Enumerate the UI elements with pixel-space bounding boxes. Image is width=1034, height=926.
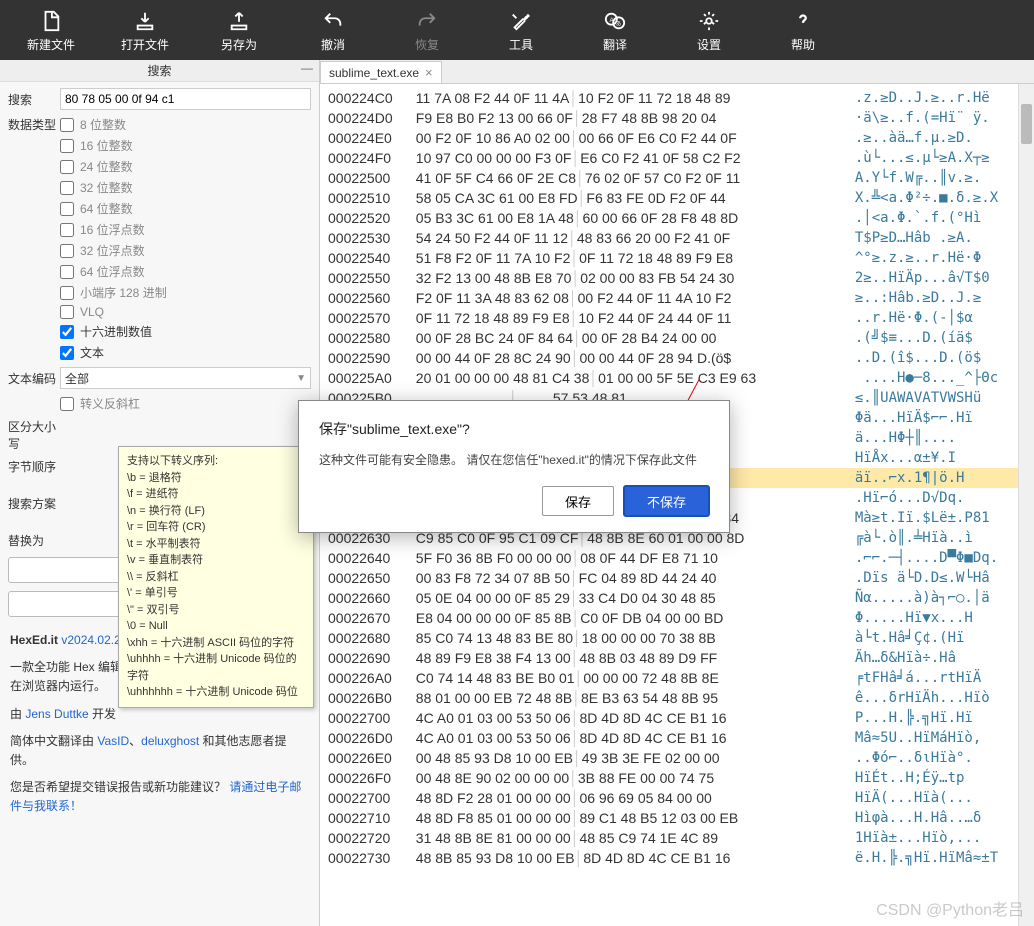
hex-row[interactable]: 000226A0 C0 74 14 48 83 BE B0 01│00 00 0… <box>328 668 1034 688</box>
hex-row[interactable]: 00022590 00 00 44 0F 28 8C 24 90│00 00 4… <box>328 348 1034 368</box>
hex-row[interactable]: 00022500 41 0F 5F C4 66 0F 2E C8│76 02 0… <box>328 168 1034 188</box>
scrollbar-thumb[interactable] <box>1021 104 1032 144</box>
datatype-checkbox-5[interactable]: 16 位浮点数 <box>60 221 311 238</box>
tools-button[interactable]: 工具 <box>474 0 568 60</box>
save-as-icon <box>228 8 250 34</box>
tabs-bar: sublime_text.exe × <box>320 60 1034 84</box>
search-label: 搜索 <box>8 91 60 108</box>
watermark: CSDN @Python老吕 <box>876 896 1024 920</box>
hex-row[interactable]: 000225A0 20 01 00 00 00 48 81 C4 38│01 0… <box>328 368 1034 388</box>
hex-row[interactable]: 00022530 54 24 50 F2 44 0F 11 12│48 83 6… <box>328 228 1034 248</box>
sidebar-title: 搜索 <box>147 62 171 79</box>
new-file-button[interactable]: 新建文件 <box>4 0 98 60</box>
open-file-icon <box>134 8 156 34</box>
datatype-checkbox-11[interactable]: 文本 <box>60 344 311 361</box>
svg-text:A: A <box>610 16 615 23</box>
tools-icon <box>510 8 532 34</box>
hex-row[interactable]: 00022510 58 05 CA 3C 61 00 E8 FD│F6 83 F… <box>328 188 1034 208</box>
vertical-scrollbar[interactable] <box>1018 84 1034 926</box>
save-as-button[interactable]: 另存为 <box>192 0 286 60</box>
datatype-checkbox-6[interactable]: 32 位浮点数 <box>60 242 311 259</box>
case-label: 区分大小写 <box>8 418 60 452</box>
undo-button[interactable]: 撤消 <box>286 0 380 60</box>
hex-row[interactable]: 00022550 32 F2 13 00 48 8B E8 70│02 00 0… <box>328 268 1034 288</box>
hex-row[interactable]: 00022650 00 83 F8 72 34 07 8B 50│FC 04 8… <box>328 568 1034 588</box>
datatype-label: 数据类型 <box>8 116 60 133</box>
help-icon <box>792 8 814 34</box>
search-input[interactable] <box>60 88 311 110</box>
datatype-checkbox-7[interactable]: 64 位浮点数 <box>60 263 311 280</box>
escape-checkbox[interactable]: 转义反斜杠 <box>60 395 311 412</box>
datatype-checkbox-1[interactable]: 16 位整数 <box>60 137 311 154</box>
hex-row[interactable]: 00022690 48 89 F9 E8 38 F4 13 00│48 8B 0… <box>328 648 1034 668</box>
chevron-down-icon: ▼ <box>296 373 306 384</box>
hex-row[interactable]: 000224E0 00 F2 0F 10 86 A0 02 00│00 66 0… <box>328 128 1034 148</box>
hex-row[interactable]: 00022680 85 C0 74 13 48 83 BE 80│18 00 0… <box>328 628 1034 648</box>
svg-text:あ: あ <box>616 20 622 27</box>
hex-row[interactable]: 000224D0 F9 E8 B0 F2 13 00 66 0F│28 F7 4… <box>328 108 1034 128</box>
sidebar: 搜索 — 搜索 数据类型 8 位整数 16 位整数 24 位整数 32 位整数 64 位… <box>0 60 320 926</box>
escape-tooltip: 支持以下转义序列: \b = 退格符\f = 进纸符\n = 换行符 (LF)\… <box>118 446 314 708</box>
datatype-checkbox-0[interactable]: 8 位整数 <box>60 116 311 133</box>
sidebar-header: 搜索 — <box>0 60 319 82</box>
hex-row[interactable]: 00022720 31 48 8B 8E 81 00 00 00│48 85 C… <box>328 828 1034 848</box>
undo-icon <box>322 8 344 34</box>
hex-row[interactable]: 00022580 00 0F 28 BC 24 0F 84 64│00 0F 2… <box>328 328 1034 348</box>
main-toolbar: 新建文件 打开文件 另存为 撤消 恢复 工具 Aあ 翻译 设置 帮助 <box>0 0 1034 60</box>
hex-row[interactable]: 000224C0 11 7A 08 F2 44 0F 11 4A│10 F2 0… <box>328 88 1034 108</box>
minimize-icon[interactable]: — <box>301 61 313 75</box>
dialog-title: 保存"sublime_text.exe"? <box>319 419 709 439</box>
translate-icon: Aあ <box>604 8 626 34</box>
translator2-link[interactable]: deluxghost <box>141 734 199 748</box>
encoding-label: 文本编码 <box>8 370 60 387</box>
byteorder-label: 字节顺序 <box>8 458 60 475</box>
datatype-checkbox-2[interactable]: 24 位整数 <box>60 158 311 175</box>
hex-row[interactable]: 00022570 0F 11 72 18 48 89 F9 E8│10 F2 4… <box>328 308 1034 328</box>
datatype-checkbox-9[interactable]: VLQ <box>60 305 311 319</box>
save-dialog: 保存"sublime_text.exe"? 这种文件可能有安全隐患。 请仅在您信… <box>298 400 730 533</box>
open-file-button[interactable]: 打开文件 <box>98 0 192 60</box>
save-button[interactable]: 保存 <box>542 486 614 516</box>
author-link[interactable]: Jens Duttke <box>25 707 88 721</box>
hex-row[interactable]: 00022640 5F F0 36 8B F0 00 00 00│08 0F 4… <box>328 548 1034 568</box>
datatype-checkbox-4[interactable]: 64 位整数 <box>60 200 311 217</box>
encoding-select[interactable]: 全部▼ <box>60 367 311 389</box>
hex-row[interactable]: 00022670 E8 04 00 00 00 0F 85 8B│C0 0F D… <box>328 608 1034 628</box>
hex-row[interactable]: 00022700 4C A0 01 03 00 53 50 06│8D 4D 8… <box>328 708 1034 728</box>
settings-button[interactable]: 设置 <box>662 0 756 60</box>
redo-icon <box>416 8 438 34</box>
hex-row[interactable]: 00022730 48 8B 85 93 D8 10 00 EB│8D 4D 8… <box>328 848 1034 868</box>
hex-row[interactable]: 000226F0 00 48 8E 90 02 00 00 00│3B 88 F… <box>328 768 1034 788</box>
hex-row[interactable]: 00022560 F2 0F 11 3A 48 83 62 08│00 F2 4… <box>328 288 1034 308</box>
datatype-checkbox-8[interactable]: 小端序 128 进制 <box>60 284 311 301</box>
hex-row[interactable]: 000224F0 10 97 C0 00 00 00 F3 0F│E6 C0 F… <box>328 148 1034 168</box>
translator1-link[interactable]: VasID <box>97 734 129 748</box>
datatype-checkbox-10[interactable]: 十六进制数值 <box>60 323 311 340</box>
scheme-label: 搜索方案 <box>8 495 60 512</box>
gear-icon <box>698 8 720 34</box>
hex-row[interactable]: 000226B0 88 01 00 00 EB 72 48 8B│8E B3 6… <box>328 688 1034 708</box>
hex-row[interactable]: 00022710 48 8D F8 85 01 00 00 00│89 C1 4… <box>328 808 1034 828</box>
hex-row[interactable]: 00022540 51 F8 F2 0F 11 7A 10 F2│0F 11 7… <box>328 248 1034 268</box>
translate-button[interactable]: Aあ 翻译 <box>568 0 662 60</box>
hex-row[interactable]: 00022700 48 8D F2 28 01 00 00 00│06 96 6… <box>328 788 1034 808</box>
hex-row[interactable]: 00022660 05 0E 04 00 00 0F 85 29│33 C4 D… <box>328 588 1034 608</box>
datatype-checkbox-3[interactable]: 32 位整数 <box>60 179 311 196</box>
hex-row[interactable]: 000226D0 4C A0 01 03 00 53 50 06│8D 4D 8… <box>328 728 1034 748</box>
hex-row[interactable]: 00022520 05 B3 3C 61 00 E8 1A 48│60 00 6… <box>328 208 1034 228</box>
help-button[interactable]: 帮助 <box>756 0 850 60</box>
dialog-message: 这种文件可能有安全隐患。 请仅在您信任"hexed.it"的情况下保存此文件 <box>319 451 709 468</box>
tab-file[interactable]: sublime_text.exe × <box>320 61 442 83</box>
new-file-icon <box>40 8 62 34</box>
hex-row[interactable]: 000226E0 00 48 85 93 D8 10 00 EB│49 3B 3… <box>328 748 1034 768</box>
close-icon[interactable]: × <box>425 65 433 80</box>
dont-save-button[interactable]: 不保存 <box>624 486 709 516</box>
redo-button[interactable]: 恢复 <box>380 0 474 60</box>
replace-label: 替换为 <box>8 532 60 549</box>
